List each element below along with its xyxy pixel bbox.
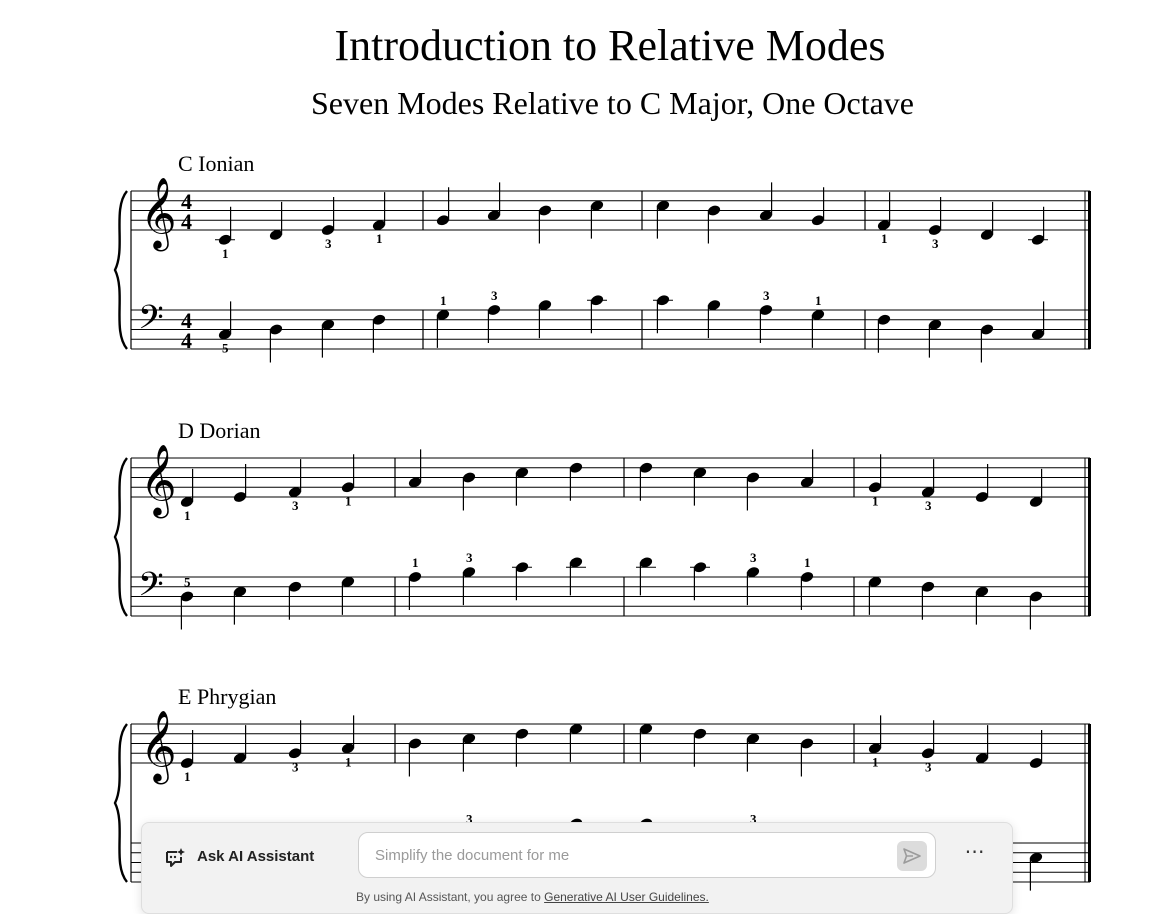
bass-clef-icon: 𝄢 <box>138 299 164 345</box>
fingering-number: 3 <box>491 288 498 303</box>
fingering-number: 1 <box>345 754 352 769</box>
fingering-number: 3 <box>763 288 770 303</box>
fingering-number: 1 <box>222 246 229 261</box>
ai-disclaimer: By using AI Assistant, you agree to Gene… <box>356 890 709 904</box>
treble-clef-icon: 𝄞 <box>140 442 177 518</box>
brace <box>113 190 128 350</box>
ai-assistant-bar: Ask AI Assistant ⋯ By using AI Assistant… <box>141 822 1013 914</box>
fingering-number: 3 <box>466 550 473 565</box>
treble-clef-icon: 𝄞 <box>140 175 177 251</box>
fingering-number: 5 <box>222 340 229 355</box>
time-signature-denominator: 4 <box>181 328 192 353</box>
fingering-number: 1 <box>412 555 419 570</box>
bass-clef-icon: 𝄢 <box>138 566 164 612</box>
fingering-number: 1 <box>440 293 447 308</box>
brace <box>113 457 128 617</box>
ai-chat-sparkle-icon[interactable] <box>164 847 186 869</box>
sheet-music-score: 𝄞𝄢44441311351331𝄞𝄢1311351331𝄞𝄢1311333 <box>113 175 1091 891</box>
fingering-number: 1 <box>376 231 383 246</box>
fingering-number: 1 <box>815 293 822 308</box>
disclaimer-text: By using AI Assistant, you agree to <box>356 890 545 904</box>
more-options-button[interactable]: ⋯ <box>958 842 992 870</box>
brace <box>113 723 128 883</box>
fingering-number: 1 <box>872 754 879 769</box>
treble-clef-icon: 𝄞 <box>140 708 177 784</box>
final-bar-thick <box>1088 724 1091 882</box>
ask-ai-assistant-label: Ask AI Assistant <box>197 848 315 865</box>
fingering-number: 3 <box>292 498 299 513</box>
fingering-number: 3 <box>925 759 932 774</box>
final-bar-thick <box>1088 191 1091 349</box>
fingering-number: 3 <box>932 236 939 251</box>
fingering-number: 1 <box>804 555 811 570</box>
ai-prompt-input[interactable] <box>358 832 936 878</box>
fingering-number: 1 <box>872 493 879 508</box>
fingering-number: 1 <box>184 508 191 523</box>
fingering-number: 3 <box>925 498 932 513</box>
paper-plane-send-icon <box>903 848 921 864</box>
final-bar-thick <box>1088 458 1091 616</box>
fingering-number: 3 <box>292 759 299 774</box>
guidelines-link[interactable]: Generative AI User Guidelines. <box>544 890 709 904</box>
time-signature-denominator: 4 <box>181 209 192 234</box>
fingering-number: 5 <box>184 575 191 590</box>
fingering-number: 3 <box>325 236 332 251</box>
fingering-number: 3 <box>750 550 757 565</box>
send-button[interactable] <box>897 841 927 871</box>
fingering-number: 1 <box>345 493 352 508</box>
fingering-number: 1 <box>881 231 888 246</box>
fingering-number: 1 <box>184 769 191 784</box>
